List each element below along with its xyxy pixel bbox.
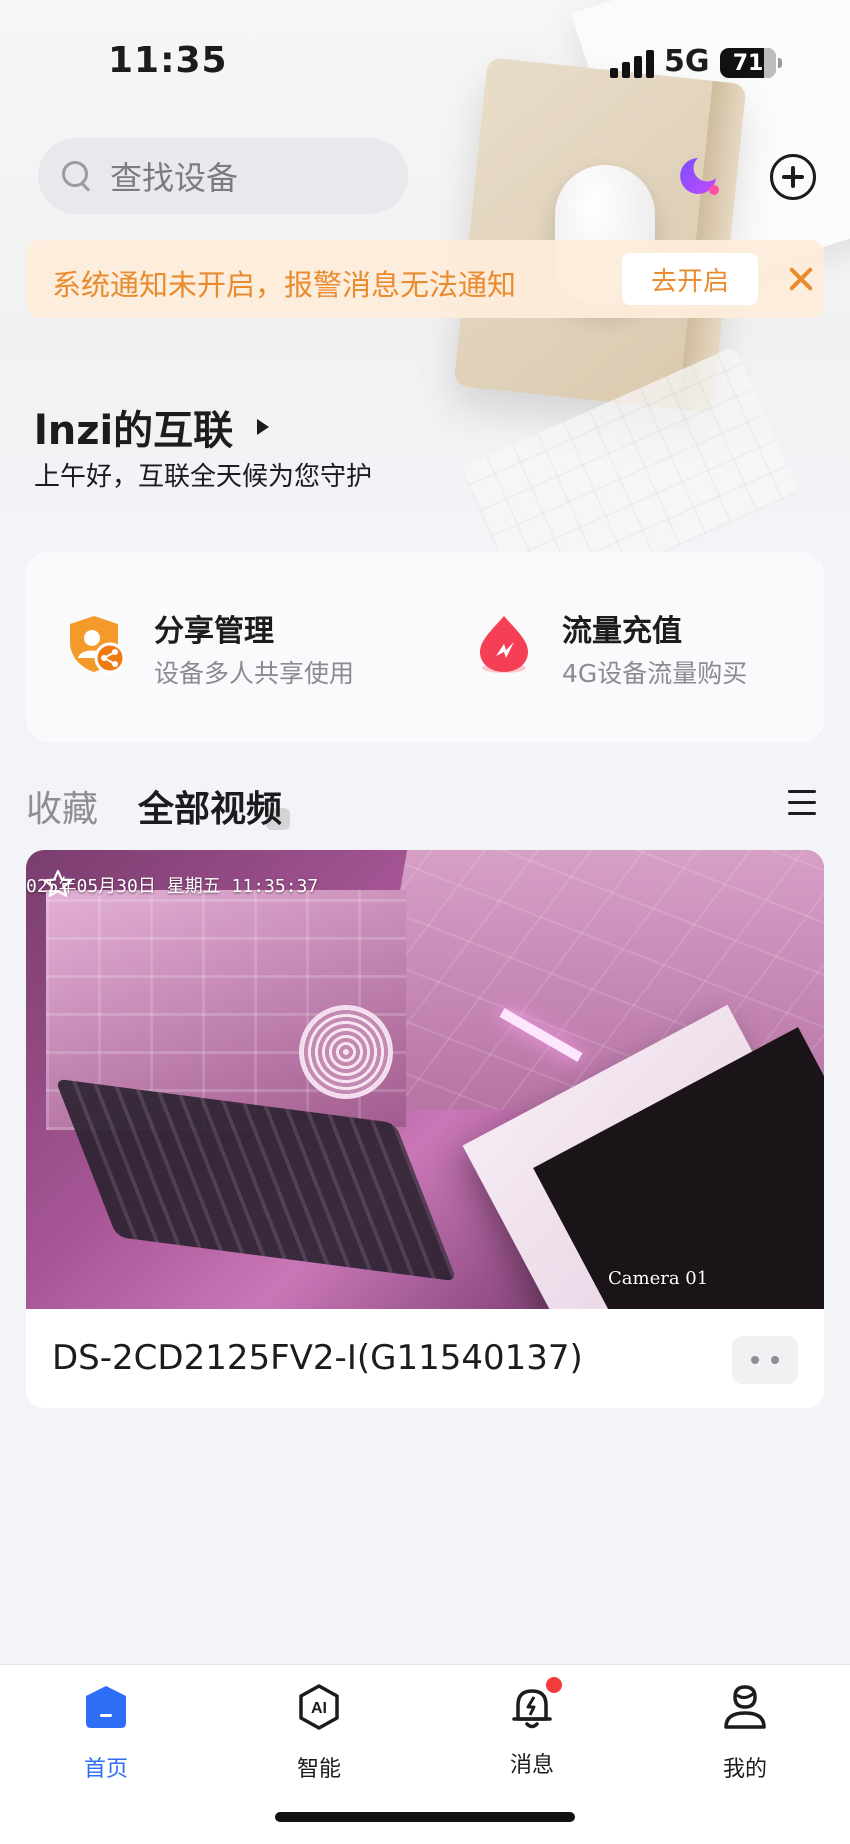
caret-right-icon [257,419,270,435]
add-device-button[interactable] [770,154,816,200]
bell-icon-wrap [508,1675,564,1731]
home-name: lnzi的互联 [34,408,234,454]
svg-text:AI: AI [311,1700,327,1717]
search-bar[interactable]: 查找设备 [38,138,408,214]
camera-preview[interactable]: 025年05月30日 星期五 11:35:37 Camera 01 [26,850,824,1309]
enable-notification-button[interactable]: 去开启 [622,253,758,305]
unread-badge [544,1675,564,1695]
tab-profile-label: 我的 [722,1757,767,1782]
data-recharge-subtitle: 4G设备流量购买 [562,659,748,688]
share-manage-icon [70,616,126,674]
tab-ai-label: 智能 [296,1757,341,1782]
battery-level: 71 [732,50,764,76]
dot [771,1356,779,1364]
home-selector[interactable]: lnzi的互联 [34,398,270,456]
close-icon[interactable] [786,264,816,294]
home-indicator[interactable] [275,1812,575,1822]
device-name: DS-2CD2125FV2-I(G11540137) [52,1338,583,1378]
more-options-button[interactable] [732,1336,798,1384]
notice-message: 系统通知未开启，报警消息无法通知 [52,268,517,302]
data-recharge-icon [480,616,528,673]
home-icon [86,1686,126,1728]
cellular-signal-icon [610,48,658,78]
share-management-item[interactable]: 分享管理 设备多人共享使用 [66,606,406,696]
status-time: 11:35 [108,40,228,81]
greeting-text: 上午好，互联全天候为您守护 [34,462,373,492]
profile-icon [724,1685,766,1729]
quick-actions-card: 分享管理 设备多人共享使用 流量充值 4G设备流量购买 [26,552,824,742]
tab-home-label: 首页 [83,1757,128,1782]
ai-assistant-icon[interactable] [676,154,720,198]
preview-fan [302,1008,390,1096]
share-management-title: 分享管理 [154,614,274,649]
tab-home[interactable]: 首页 [36,1683,176,1783]
osd-camera-name: Camera 01 [608,1268,709,1289]
tab-messages-label: 消息 [509,1753,554,1778]
tab-profile[interactable]: 我的 [675,1683,815,1783]
notification-banner: 系统通知未开启，报警消息无法通知 去开启 [26,240,824,318]
list-menu-icon[interactable] [788,790,816,816]
star-icon[interactable] [42,868,74,900]
data-recharge-title: 流量充值 [562,614,682,649]
tab-all-videos[interactable]: 全部视频 [138,780,291,832]
data-recharge-item[interactable]: 流量充值 4G设备流量购买 [474,606,794,696]
battery-icon: 71 [720,48,782,78]
search-icon [62,161,92,191]
camera-card[interactable]: 025年05月30日 星期五 11:35:37 Camera 01 DS-2CD… [26,850,824,1408]
network-type: 5G [664,44,710,79]
tab-ai[interactable]: AI 智能 [249,1683,389,1783]
status-bar: 11:35 5G 71 [0,0,850,120]
search-placeholder: 查找设备 [110,159,239,197]
tab-favorites[interactable]: 收藏 [26,780,98,832]
ai-icon: AI [299,1684,339,1730]
dot [751,1356,759,1364]
share-management-subtitle: 设备多人共享使用 [154,659,355,688]
video-tabs: 收藏 全部视频 [26,780,824,840]
tab-messages[interactable]: 消息 [462,1675,602,1779]
